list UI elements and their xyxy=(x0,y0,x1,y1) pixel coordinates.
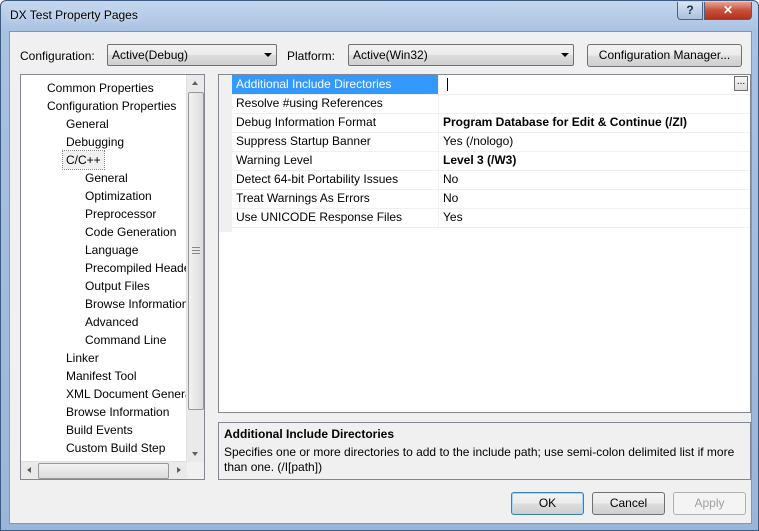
description-body: Specifies one or more directories to add… xyxy=(224,445,735,474)
window-title: DX Test Property Pages xyxy=(10,8,138,22)
property-name: Suppress Startup Banner xyxy=(232,132,439,151)
tree-item-cpp[interactable]: C/C++ xyxy=(62,150,105,170)
property-row-treat-warnings-as-errors[interactable]: Treat Warnings As Errors No xyxy=(232,189,750,209)
tree-horizontal-scroll-thumb[interactable] xyxy=(38,463,169,479)
tree-item-custom-build-step[interactable]: Custom Build Step xyxy=(66,439,165,457)
property-name: Treat Warnings As Errors xyxy=(232,189,439,208)
tree-vertical-scroll-thumb[interactable] xyxy=(188,92,204,410)
tree-item-manifest-tool[interactable]: Manifest Tool xyxy=(66,367,136,385)
platform-value: Active(Win32) xyxy=(353,48,428,62)
scroll-up-button[interactable] xyxy=(187,75,204,92)
property-tree: Common Properties Configuration Properti… xyxy=(20,74,205,480)
property-value[interactable]: Level 3 (/W3) xyxy=(443,151,743,170)
ok-button[interactable]: OK xyxy=(511,492,584,515)
tree-item-code-generation[interactable]: Code Generation xyxy=(85,223,176,241)
description-title: Additional Include Directories xyxy=(224,427,395,441)
tree-item-browse-information[interactable]: Browse Information xyxy=(85,295,188,313)
property-row-suppress-startup-banner[interactable]: Suppress Startup Banner Yes (/nologo) xyxy=(232,132,750,152)
tree-item-command-line[interactable]: Command Line xyxy=(85,331,166,349)
property-grid-gutter xyxy=(219,75,232,232)
property-row-warning-level[interactable]: Warning Level Level 3 (/W3) xyxy=(232,151,750,171)
property-description-panel: Additional Include Directories Specifies… xyxy=(218,422,751,480)
property-row-debug-information-format[interactable]: Debug Information Format Program Databas… xyxy=(232,113,750,133)
text-caret xyxy=(447,78,448,91)
arrow-up-icon xyxy=(192,81,198,85)
tree-item-linker[interactable]: Linker xyxy=(66,349,99,367)
platform-dropdown[interactable]: Active(Win32) xyxy=(348,44,574,66)
dialog-client-area: Configuration: Active(Debug) Platform: A… xyxy=(9,31,752,524)
property-name: Additional Include Directories xyxy=(232,75,439,94)
property-value[interactable]: Yes xyxy=(443,208,743,227)
configuration-dropdown[interactable]: Active(Debug) xyxy=(107,44,277,66)
help-button[interactable]: ? xyxy=(677,2,703,20)
tree-item-cpp-general[interactable]: General xyxy=(85,169,128,187)
property-row-resolve-using-references[interactable]: Resolve #using References xyxy=(232,94,750,114)
platform-label: Platform: xyxy=(287,49,336,63)
property-row-additional-include-directories[interactable]: Additional Include Directories ... xyxy=(232,75,750,95)
grip-line xyxy=(192,247,200,248)
scrollbar-corner xyxy=(187,462,204,479)
cancel-button[interactable]: Cancel xyxy=(592,492,665,515)
tree-item-advanced[interactable]: Advanced xyxy=(85,313,138,331)
grip-line xyxy=(192,250,200,251)
configuration-manager-button[interactable]: Configuration Manager... xyxy=(587,44,742,67)
tree-item-debugging[interactable]: Debugging xyxy=(66,133,124,151)
tree-vertical-scrollbar[interactable] xyxy=(186,75,204,462)
tree-item-general[interactable]: General xyxy=(66,115,109,133)
apply-button[interactable]: Apply xyxy=(673,492,746,515)
tree-item-xml-document-generator[interactable]: XML Document Genera xyxy=(66,385,192,403)
ellipsis-button[interactable]: ... xyxy=(734,76,748,91)
tree-horizontal-scrollbar[interactable] xyxy=(21,461,187,479)
grip-line xyxy=(192,253,200,254)
property-name: Detect 64-bit Portability Issues xyxy=(232,170,439,189)
property-name: Resolve #using References xyxy=(232,94,439,113)
property-value[interactable] xyxy=(443,75,743,94)
property-value[interactable]: No xyxy=(443,170,743,189)
property-name: Use UNICODE Response Files xyxy=(232,208,439,227)
close-button[interactable]: ✕ xyxy=(704,2,752,20)
property-name: Debug Information Format xyxy=(232,113,439,132)
tree-item-browse-information-2[interactable]: Browse Information xyxy=(66,403,169,421)
tree-item-language[interactable]: Language xyxy=(85,241,138,259)
configuration-label: Configuration: xyxy=(20,49,95,63)
title-bar[interactable]: DX Test Property Pages ? ✕ xyxy=(1,1,758,31)
arrow-right-icon[interactable] xyxy=(177,467,181,473)
chevron-down-icon xyxy=(561,53,569,57)
property-row-use-unicode-response-files[interactable]: Use UNICODE Response Files Yes xyxy=(232,208,750,228)
property-value[interactable]: Program Database for Edit & Continue (/Z… xyxy=(443,113,743,132)
chevron-down-icon xyxy=(264,53,272,57)
tree-item-preprocessor[interactable]: Preprocessor xyxy=(85,205,156,223)
property-value[interactable]: No xyxy=(443,189,743,208)
tree-item-output-files[interactable]: Output Files xyxy=(85,277,150,295)
arrow-left-icon[interactable] xyxy=(27,467,31,473)
property-row-detect-64bit-portability[interactable]: Detect 64-bit Portability Issues No xyxy=(232,170,750,190)
tree-item-optimization[interactable]: Optimization xyxy=(85,187,152,205)
property-value[interactable] xyxy=(443,94,743,113)
tree-item-build-events[interactable]: Build Events xyxy=(66,421,133,439)
arrow-down-icon xyxy=(192,452,198,456)
tree-item-configuration-properties[interactable]: Configuration Properties xyxy=(47,97,176,115)
property-grid: Additional Include Directories ... Resol… xyxy=(218,74,751,413)
scroll-down-button[interactable] xyxy=(187,445,204,462)
tree-item-common-properties[interactable]: Common Properties xyxy=(47,79,154,97)
property-pages-window: DX Test Property Pages ? ✕ Configuration… xyxy=(0,0,759,531)
property-name: Warning Level xyxy=(232,151,439,170)
configuration-value: Active(Debug) xyxy=(112,48,189,62)
tree-item-precompiled-headers[interactable]: Precompiled Heade xyxy=(85,259,190,277)
property-value[interactable]: Yes (/nologo) xyxy=(443,132,743,151)
